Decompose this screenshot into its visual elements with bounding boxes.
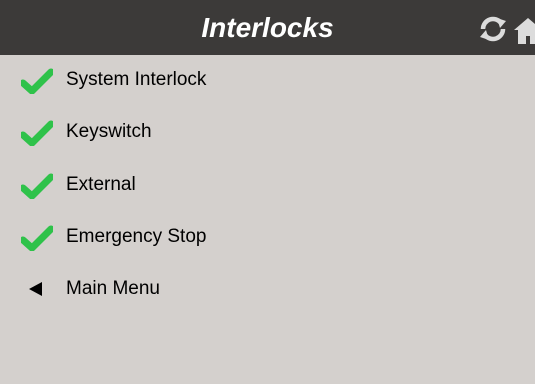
menu-item-label: Keyswitch <box>66 121 152 142</box>
menu-item-label: External <box>66 174 136 195</box>
check-icon <box>21 225 53 251</box>
menu-item-label: Main Menu <box>66 278 160 299</box>
menu-item-emergency-stop[interactable]: Emergency Stop <box>0 212 535 262</box>
menu-item-label: Emergency Stop <box>66 226 207 247</box>
back-arrow-icon <box>29 282 42 296</box>
home-icon[interactable] <box>513 17 535 45</box>
check-icon <box>21 120 53 146</box>
check-icon <box>21 68 53 94</box>
check-icon <box>21 173 53 199</box>
menu-item-label: System Interlock <box>66 69 207 90</box>
page-title: Interlocks <box>201 12 334 43</box>
refresh-icon[interactable] <box>477 16 509 42</box>
header-bar: Interlocks <box>0 0 535 55</box>
menu-item-external[interactable]: External <box>0 160 535 210</box>
menu-item-system-interlock[interactable]: System Interlock <box>0 55 535 105</box>
menu-item-keyswitch[interactable]: Keyswitch <box>0 107 535 157</box>
menu-item-main-menu[interactable]: Main Menu <box>0 264 535 314</box>
